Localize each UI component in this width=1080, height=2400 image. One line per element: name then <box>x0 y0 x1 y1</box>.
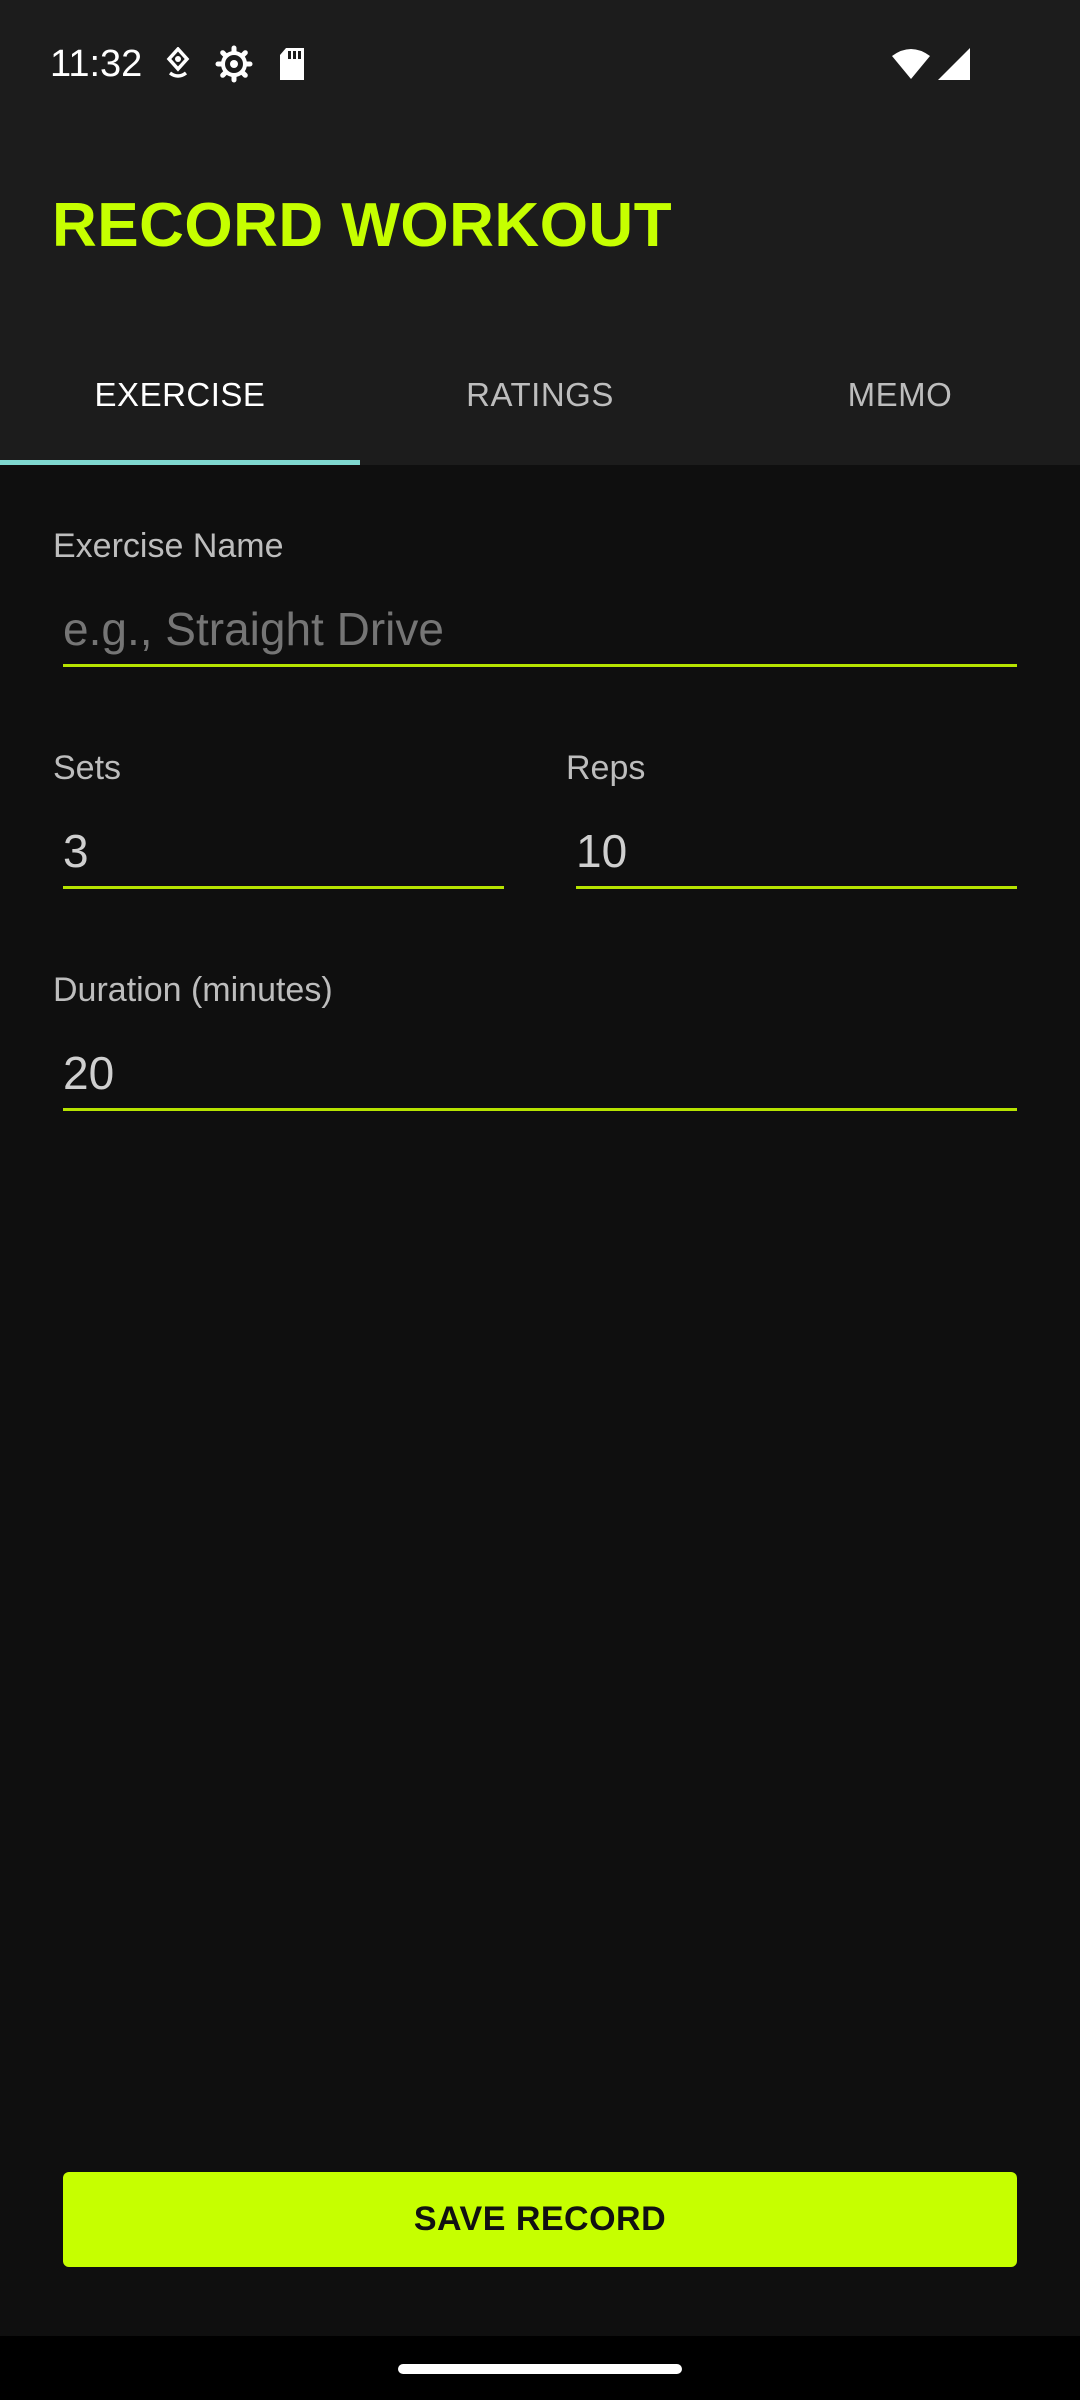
screen: 11:32 RECORD WORKOUT EXERCISE RATINGS ME… <box>0 0 1080 2400</box>
app-bar: RECORD WORKOUT <box>0 130 1080 325</box>
gear-icon <box>214 42 254 86</box>
tab-exercise[interactable]: EXERCISE <box>0 325 360 465</box>
exercise-name-label: Exercise Name <box>53 527 284 565</box>
tab-bar: EXERCISE RATINGS MEMO <box>0 325 1080 465</box>
home-indicator[interactable] <box>398 2364 682 2374</box>
signal-icon <box>934 42 974 86</box>
sets-label: Sets <box>53 749 122 787</box>
save-record-button[interactable]: SAVE RECORD <box>63 2172 1017 2267</box>
reps-label: Reps <box>566 749 646 787</box>
status-time: 11:32 <box>50 43 143 85</box>
navigation-bar <box>0 2336 1080 2400</box>
duration-label: Duration (minutes) <box>53 971 333 1009</box>
status-bar: 11:32 <box>0 0 1080 130</box>
tab-memo[interactable]: MEMO <box>720 325 1080 465</box>
sets-input[interactable] <box>63 815 504 889</box>
location-icon <box>158 42 198 86</box>
wifi-icon <box>890 42 932 86</box>
tab-ratings[interactable]: RATINGS <box>360 325 720 465</box>
reps-input[interactable] <box>576 815 1017 889</box>
duration-input[interactable] <box>63 1037 1017 1111</box>
exercise-name-input[interactable] <box>63 593 1017 667</box>
sd-card-icon <box>272 42 312 86</box>
page-title: RECORD WORKOUT <box>52 191 673 260</box>
